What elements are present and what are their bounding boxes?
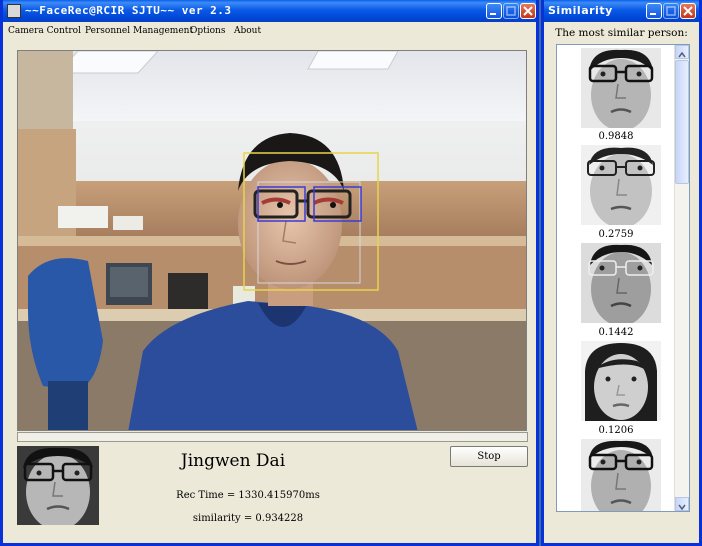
- scroll-down-button[interactable]: [675, 497, 689, 511]
- similar-face-2[interactable]: [581, 145, 661, 225]
- stop-button[interactable]: Stop: [450, 446, 528, 467]
- minimize-icon: [650, 13, 656, 15]
- similarity-window-title: Similarity: [548, 4, 613, 17]
- similar-face-5[interactable]: [581, 439, 661, 511]
- menu-personnel-management[interactable]: Personnel Management: [85, 26, 193, 36]
- similar-face-1[interactable]: [581, 48, 661, 128]
- minimize-button[interactable]: [486, 3, 502, 19]
- maximize-icon: [506, 6, 516, 16]
- scroll-thumb[interactable]: [675, 60, 689, 184]
- similarity-scrollbar[interactable]: [674, 45, 689, 511]
- similar-face-4[interactable]: [581, 341, 661, 421]
- similarity-value: similarity = 0.934228: [192, 513, 304, 524]
- similarity-title-bar[interactable]: Similarity: [544, 0, 699, 22]
- camera-frame-image: [18, 51, 526, 430]
- scroll-down-icon: [678, 504, 686, 511]
- app-icon[interactable]: [7, 4, 21, 18]
- recognized-name: Jingwen Dai: [180, 451, 286, 471]
- menu-camera-control[interactable]: Camera Control: [8, 26, 81, 36]
- similar-score-3: 0.1442: [598, 327, 634, 338]
- similarity-window: Similarity The most similar person: 0.98…: [541, 0, 702, 546]
- similar-person-list[interactable]: 0.9848 0.2759 0.1442 0.1206: [556, 44, 690, 512]
- menu-bar: Camera Control Personnel Management Opti…: [3, 22, 536, 40]
- progress-bar: [17, 432, 528, 442]
- scroll-up-button[interactable]: [675, 45, 689, 59]
- face-rec-window: ~~FaceRec@RCIR SJTU~~ ver 2.3 Camera Con…: [0, 0, 539, 546]
- similarity-close-button[interactable]: [680, 3, 696, 19]
- minimize-icon: [490, 13, 496, 15]
- menu-options[interactable]: Options: [190, 26, 225, 36]
- close-icon: [683, 6, 693, 16]
- close-button[interactable]: [520, 3, 536, 19]
- similar-score-2: 0.2759: [598, 229, 634, 240]
- recognition-time: Rec Time = 1330.415970ms: [176, 490, 320, 501]
- maximize-icon: [666, 6, 676, 16]
- similarity-maximize-button[interactable]: [663, 3, 679, 19]
- similarity-minimize-button[interactable]: [646, 3, 662, 19]
- similar-face-3[interactable]: [581, 243, 661, 323]
- camera-view[interactable]: [17, 50, 527, 431]
- window-title: ~~FaceRec@RCIR SJTU~~ ver 2.3: [25, 4, 232, 17]
- similarity-heading: The most similar person:: [555, 27, 688, 39]
- recognized-face-thumbnail: [17, 446, 99, 525]
- similar-score-1: 0.9848: [598, 131, 634, 142]
- title-bar[interactable]: ~~FaceRec@RCIR SJTU~~ ver 2.3: [3, 0, 536, 22]
- close-icon: [523, 6, 533, 16]
- maximize-button[interactable]: [503, 3, 519, 19]
- menu-about[interactable]: About: [234, 26, 261, 36]
- similar-score-4: 0.1206: [598, 425, 634, 436]
